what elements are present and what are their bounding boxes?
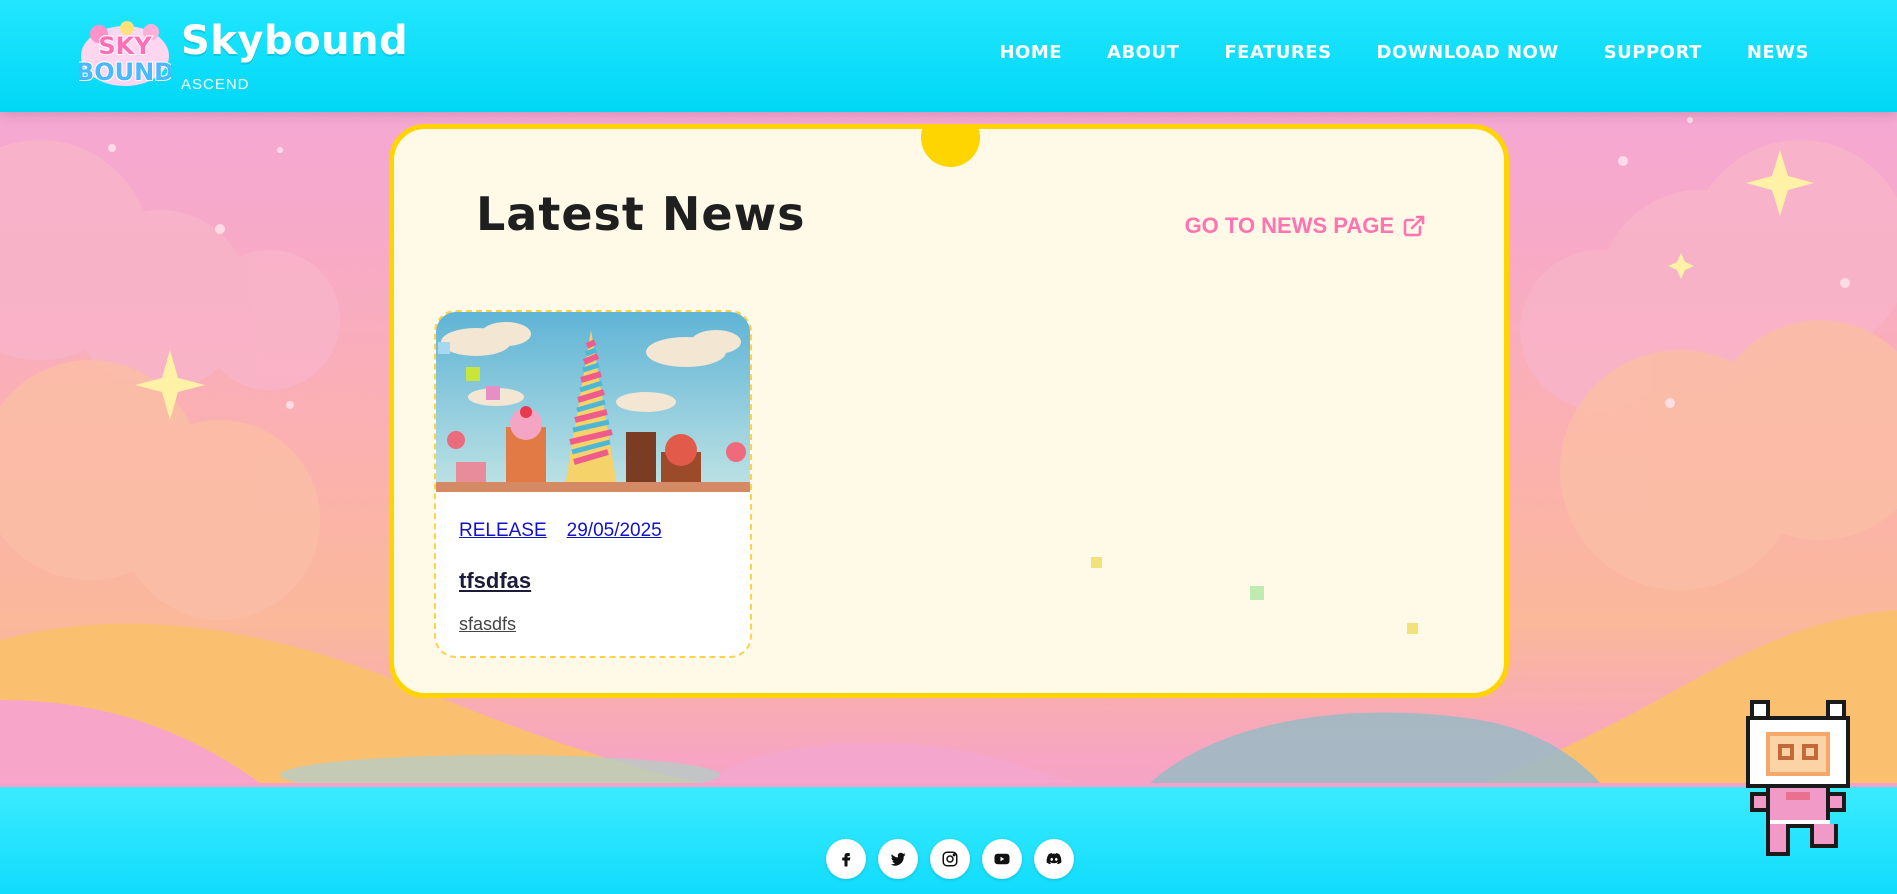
skybound-logo[interactable]: SKY BOUND: [79, 20, 171, 88]
latest-news-panel: Latest News GO TO NEWS PAGE RELEASE 29/0…: [389, 124, 1509, 698]
confetti-square: [486, 386, 500, 400]
twitter-icon: [890, 852, 906, 866]
site-footer: [0, 783, 1897, 894]
news-card-image[interactable]: [436, 312, 750, 492]
news-card-meta: RELEASE 29/05/2025: [459, 520, 662, 542]
site-title[interactable]: Skybound: [181, 18, 408, 64]
go-to-news-page-link[interactable]: GO TO NEWS PAGE: [1185, 213, 1426, 239]
site-subtitle: ASCEND: [181, 76, 250, 93]
svg-text:SKY: SKY: [98, 32, 152, 60]
discord-icon: [1046, 853, 1062, 865]
news-heading: Latest News: [476, 187, 806, 241]
facebook-icon: [842, 853, 851, 867]
news-card-title[interactable]: tfsdfas: [459, 568, 531, 594]
news-card-excerpt[interactable]: sfasdfs: [459, 614, 516, 635]
go-to-news-page-label: GO TO NEWS PAGE: [1184, 213, 1394, 238]
news-date-link[interactable]: 29/05/2025: [567, 520, 662, 542]
social-links: [826, 839, 1074, 879]
nav-item-features[interactable]: FEATURES: [1224, 42, 1331, 63]
svg-text:BOUND: BOUND: [79, 58, 171, 86]
site-header: SKY BOUND Skybound ASCEND HOME ABOUT FEA…: [0, 0, 1897, 112]
nav-item-home[interactable]: HOME: [999, 42, 1062, 63]
nav-item-download-now[interactable]: DOWNLOAD NOW: [1377, 42, 1559, 63]
confetti-square: [1407, 623, 1418, 634]
facebook-link[interactable]: [826, 839, 866, 879]
instagram-link[interactable]: [930, 839, 970, 879]
main-nav: HOME ABOUT FEATURES DOWNLOAD NOW SUPPORT…: [999, 42, 1809, 63]
confetti-square: [438, 342, 450, 354]
confetti-square: [1091, 557, 1102, 568]
confetti-square: [1250, 586, 1264, 600]
instagram-icon: [942, 851, 958, 867]
nav-item-news[interactable]: NEWS: [1747, 42, 1809, 63]
nav-item-support[interactable]: SUPPORT: [1604, 42, 1702, 63]
pixel-mascot[interactable]: [1742, 700, 1854, 860]
news-category-link[interactable]: RELEASE: [459, 520, 547, 542]
news-card[interactable]: RELEASE 29/05/2025 tfsdfas sfasdfs: [434, 310, 752, 658]
confetti-square: [466, 367, 480, 381]
twitter-link[interactable]: [878, 839, 918, 879]
nav-item-about[interactable]: ABOUT: [1107, 42, 1179, 63]
external-link-icon: [1403, 215, 1425, 237]
youtube-link[interactable]: [982, 839, 1022, 879]
youtube-icon: [994, 853, 1010, 865]
discord-link[interactable]: [1034, 839, 1074, 879]
